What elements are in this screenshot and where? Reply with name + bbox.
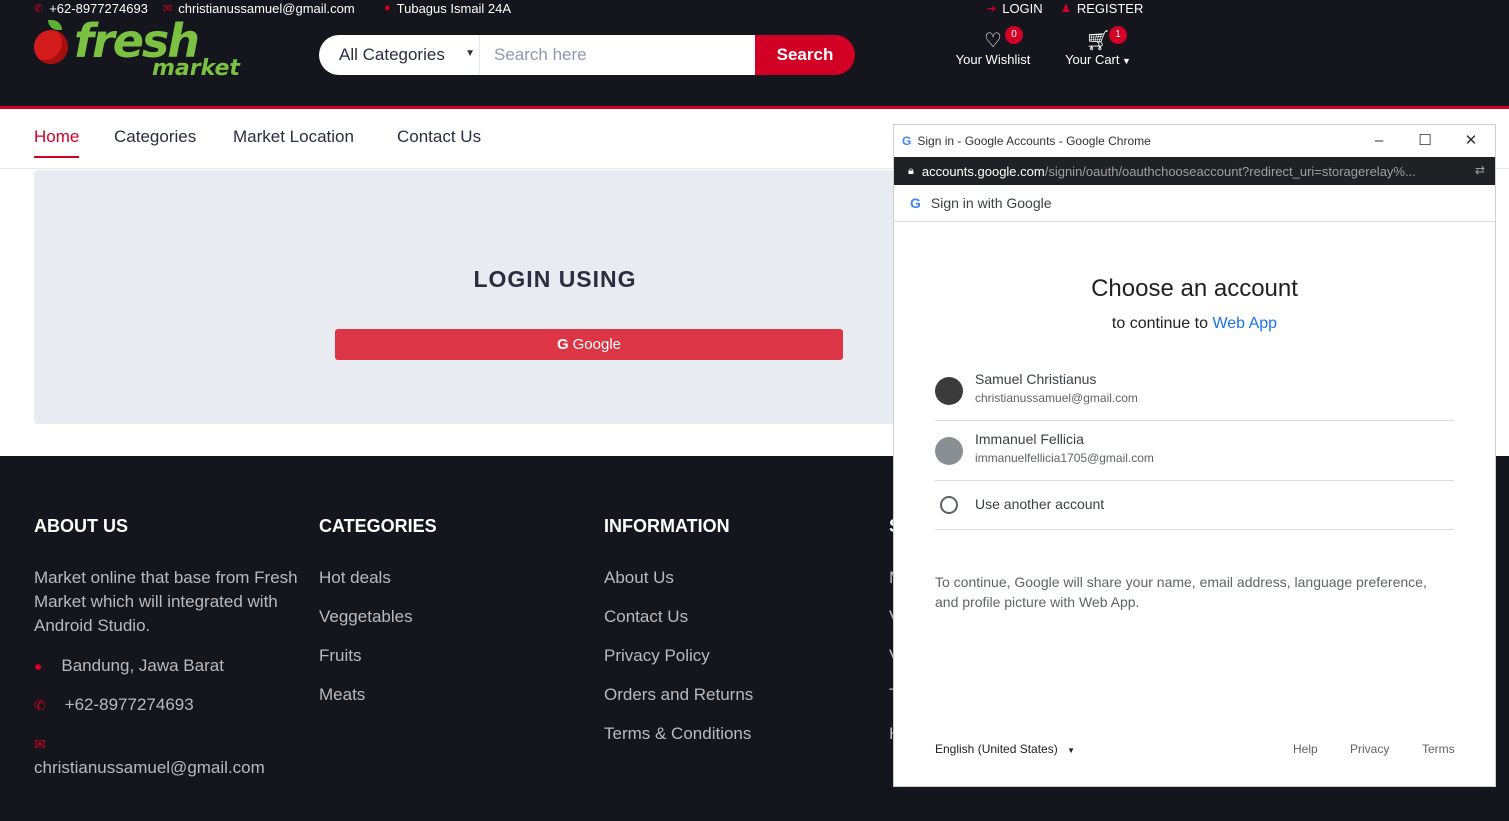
login-link[interactable]: ➔ LOGIN xyxy=(987,0,1043,16)
footer-info-contact-us[interactable]: Contact Us xyxy=(604,605,688,629)
caret-down-icon: ▼ xyxy=(1119,56,1131,66)
footer-cat-meats[interactable]: Meats xyxy=(319,683,365,707)
google-icon: G xyxy=(902,134,912,148)
header-address[interactable]: ● Tubagus Ismail 24A xyxy=(384,0,511,16)
google-login-button[interactable]: G Google xyxy=(335,329,843,360)
web-app-link[interactable]: Web App xyxy=(1212,315,1277,332)
footer-info-privacy-policy[interactable]: Privacy Policy xyxy=(604,644,710,668)
footer-cat-hot-deals[interactable]: Hot deals xyxy=(319,566,391,590)
google-icon: G xyxy=(556,336,569,353)
use-another-account[interactable]: Use another account xyxy=(935,481,1454,530)
cart-button[interactable]: 🛒︎ Your Cart ▼ 1 xyxy=(1061,26,1135,67)
search-button[interactable]: Search xyxy=(755,35,855,75)
translate-icon[interactable]: ⇄ xyxy=(1475,163,1485,177)
leaf-icon xyxy=(48,20,62,30)
footer-info-terms[interactable]: Terms & Conditions xyxy=(604,722,751,746)
register-link[interactable]: ♟ REGISTER xyxy=(1061,0,1143,16)
consent-note: To continue, Google will share your name… xyxy=(935,574,1427,610)
language-select[interactable]: English (United States) ▼ xyxy=(935,742,1075,756)
footer-about-text: Market online that base from Fresh Marke… xyxy=(34,568,298,635)
nav-contact-us[interactable]: Contact Us xyxy=(397,127,481,147)
lock-icon: 🔒︎ xyxy=(908,164,914,177)
close-icon[interactable]: ✕ xyxy=(1461,131,1481,151)
nav-categories[interactable]: Categories xyxy=(114,127,196,147)
top-header: ✆ +62-8977274693 ✉ christianussamuel@gma… xyxy=(0,0,1509,106)
window-title-bar[interactable]: G Sign in - Google Accounts - Google Chr… xyxy=(894,125,1495,157)
caret-down-icon: ▼ xyxy=(465,48,475,59)
envelope-icon: ✉ xyxy=(34,736,46,752)
account-circle-icon xyxy=(940,496,958,514)
user-plus-icon: ♟ xyxy=(1061,2,1071,15)
avatar xyxy=(935,377,963,405)
envelope-icon: ✉ xyxy=(163,2,173,15)
cart-count-badge: 1 xyxy=(1109,26,1127,44)
continue-subtitle: to continue to Web App xyxy=(1111,315,1278,332)
footer-info-about-us[interactable]: About Us xyxy=(604,566,674,590)
choose-account-heading: Choose an account xyxy=(1091,275,1298,302)
category-select[interactable]: All Categories ▼ xyxy=(319,35,480,75)
sign-in-icon: ➔ xyxy=(987,2,997,15)
phone-icon: ✆ xyxy=(34,2,44,15)
apple-icon xyxy=(34,30,68,64)
nav-home[interactable]: Home xyxy=(34,127,80,158)
address-bar[interactable]: 🔒︎ accounts.google.com/signin/oauth/oaut… xyxy=(894,157,1495,185)
signin-subheader: G Sign in with Google xyxy=(894,185,1495,222)
footer-email[interactable]: ✉ christianussamuel@gmail.com xyxy=(34,732,265,780)
wishlist-count-badge: 0 xyxy=(1005,26,1023,44)
google-signin-window: G Sign in - Google Accounts - Google Chr… xyxy=(894,125,1495,786)
map-marker-icon: ● xyxy=(34,658,43,674)
footer-about-title: ABOUT US xyxy=(34,516,128,536)
minimize-icon[interactable]: – xyxy=(1369,131,1389,151)
footer-location[interactable]: ● Bandung, Jawa Barat xyxy=(34,654,224,678)
terms-link[interactable]: Terms xyxy=(1422,742,1455,756)
footer-info-orders-returns[interactable]: Orders and Returns xyxy=(604,683,753,707)
phone-icon: ✆ xyxy=(34,697,46,713)
google-icon: G xyxy=(910,195,921,211)
footer-cat-veggetables[interactable]: Veggetables xyxy=(319,605,413,629)
caret-down-icon: ▼ xyxy=(1067,746,1075,755)
search-input[interactable] xyxy=(480,35,755,75)
fresh-market-logo[interactable]: fresh market xyxy=(32,14,240,86)
account-item-samuel[interactable]: Samuel Christianus christianussamuel@gma… xyxy=(935,361,1454,421)
nav-market-location[interactable]: Market Location xyxy=(233,127,354,147)
search-bar: All Categories ▼ Search xyxy=(319,35,855,75)
footer-phone[interactable]: ✆ +62-8977274693 xyxy=(34,693,194,717)
privacy-link[interactable]: Privacy xyxy=(1350,742,1389,756)
maximize-icon[interactable]: ☐ xyxy=(1415,131,1435,151)
account-item-immanuel[interactable]: Immanuel Fellicia immanuelfellicia1705@g… xyxy=(935,421,1454,481)
help-link[interactable]: Help xyxy=(1293,742,1318,756)
login-panel xyxy=(34,170,914,424)
wishlist-button[interactable]: ♡ Your Wishlist 0 xyxy=(952,26,1034,67)
footer-cat-fruits[interactable]: Fruits xyxy=(319,644,362,668)
avatar xyxy=(935,437,963,465)
footer-information-title: INFORMATION xyxy=(604,516,730,536)
logo-word-market: market xyxy=(152,56,240,81)
footer-categories-title: CATEGORIES xyxy=(319,516,437,536)
map-marker-icon: ● xyxy=(384,2,391,14)
